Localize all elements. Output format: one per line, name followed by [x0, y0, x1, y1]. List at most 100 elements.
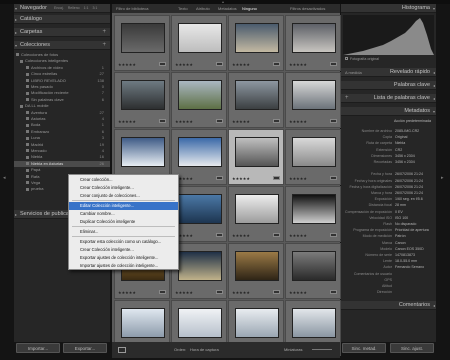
metadata-header[interactable]: Metadatos ▾ — [341, 107, 436, 116]
rating-stars[interactable]: ★★★★★ — [232, 62, 250, 67]
photo-thumbnail[interactable] — [121, 308, 165, 338]
original-photo-checkbox[interactable]: Fotografía original — [345, 57, 379, 61]
metadata-value[interactable]: 26/07/2006 21:24 — [395, 190, 423, 196]
import-button[interactable]: Importar... — [16, 343, 60, 353]
rating-stars[interactable]: ★★★★★ — [175, 62, 193, 67]
context-menu-item[interactable]: Exportar ajustes de colección inteligent… — [69, 254, 178, 262]
metadata-value[interactable]: 26/07/2006 21:24 — [395, 178, 423, 184]
context-menu-item[interactable]: Editar Colección inteligente... — [69, 202, 178, 210]
metadata-value[interactable]: Niebla — [395, 140, 405, 146]
photo-cell[interactable]: ★★★★★ — [285, 186, 341, 242]
context-menu-item[interactable]: Crear Colección inteligente... — [69, 246, 178, 254]
metadata-value[interactable]: No disparado — [395, 221, 416, 227]
photo-thumbnail[interactable] — [235, 23, 279, 53]
rating-stars[interactable]: ★★★★★ — [232, 290, 250, 295]
photo-thumbnail[interactable] — [292, 251, 336, 281]
context-menu-item[interactable]: Crear conjunto de colecciones... — [69, 192, 178, 200]
metadata-value[interactable]: 1/60 seg. en f/5.6 — [395, 196, 423, 202]
photo-thumbnail[interactable] — [292, 23, 336, 53]
photo-cell[interactable]: ★★★★★ — [171, 129, 227, 185]
context-menu-item[interactable]: Importar ajustes de colección inteligent… — [69, 262, 178, 270]
photo-cell[interactable]: ★★★★★ — [285, 72, 341, 128]
photo-thumbnail[interactable] — [235, 308, 279, 338]
metadata-value[interactable]: 26/07/2006 21:24 — [395, 184, 423, 190]
photo-thumbnail[interactable] — [178, 194, 222, 224]
metadata-value[interactable]: 28 mm — [395, 202, 406, 208]
keywording-header[interactable]: Palabras clave ◂ — [341, 81, 436, 90]
context-menu-item[interactable]: Exportar esta colección como un catálogo… — [69, 238, 178, 246]
metadata-value[interactable]: CR2 — [395, 147, 402, 153]
plus-icon[interactable]: + — [102, 28, 106, 37]
photo-cell[interactable]: ★★★★★ — [228, 72, 284, 128]
photo-cell[interactable]: ★★★★★ — [285, 15, 341, 71]
quick-develop-header[interactable]: A medida Revelado rápido ◂ — [341, 68, 436, 77]
collections-header[interactable]: ▾ Colecciones + — [14, 41, 110, 50]
sync-metadata-button[interactable]: Sinc. metad. — [342, 343, 386, 353]
folders-header[interactable]: ▸ Carpetas + — [14, 28, 110, 37]
filter-option-attribute[interactable]: Atributo — [196, 4, 210, 13]
photo-thumbnail[interactable] — [235, 251, 279, 281]
metadata-value[interactable]: 26/07/2006 21:24 — [395, 171, 423, 177]
zoom-tab[interactable]: 3:1 — [92, 6, 97, 10]
metadata-value[interactable]: 1470813873 — [395, 252, 415, 258]
rating-stars[interactable]: ★★★★★ — [232, 176, 250, 181]
photo-thumbnail[interactable] — [178, 23, 222, 53]
photo-thumbnail[interactable] — [178, 137, 222, 167]
photo-thumbnail[interactable] — [292, 194, 336, 224]
zoom-tab[interactable]: Encaj. — [54, 6, 64, 10]
photo-thumbnail[interactable] — [235, 137, 279, 167]
rating-stars[interactable]: ★★★★★ — [232, 119, 250, 124]
plus-icon[interactable]: + — [345, 94, 349, 103]
rating-stars[interactable]: ★★★★★ — [118, 62, 136, 67]
photo-thumbnail[interactable] — [235, 194, 279, 224]
rating-stars[interactable]: ★★★★★ — [118, 290, 136, 295]
rating-stars[interactable]: ★★★★★ — [175, 119, 193, 124]
metadata-value[interactable]: Canon EOS 350D — [395, 246, 424, 252]
photo-thumbnail[interactable] — [121, 137, 165, 167]
metadata-value[interactable]: Patrón — [395, 233, 406, 239]
photo-thumbnail[interactable] — [235, 80, 279, 110]
photo-thumbnail[interactable] — [121, 80, 165, 110]
photo-thumbnail[interactable] — [178, 251, 222, 281]
sort-select[interactable]: Hora de captura — [190, 342, 219, 358]
rating-stars[interactable]: ★★★★★ — [118, 119, 136, 124]
navigator-header[interactable]: ▾ Navegador Encaj. Relleno 1:1 3:1 — [14, 4, 110, 13]
rating-stars[interactable]: ★★★★★ — [289, 290, 307, 295]
metadata-value[interactable]: 0 EV — [395, 209, 403, 215]
photo-thumbnail[interactable] — [292, 137, 336, 167]
left-panel-toggle-icon[interactable]: ◂ — [3, 175, 6, 181]
photo-cell[interactable]: ★★★★★ — [171, 243, 227, 299]
rating-stars[interactable]: ★★★★★ — [289, 119, 307, 124]
filter-option-metadata[interactable]: Metadatos — [218, 4, 237, 13]
metadata-value[interactable]: 3456 x 2304 — [395, 159, 415, 165]
metadata-value[interactable]: ISO 100 — [395, 215, 408, 221]
photo-thumbnail[interactable] — [121, 23, 165, 53]
keyword-list-header[interactable]: + Lista de palabras clave ◂ — [341, 94, 436, 103]
photo-thumbnail[interactable] — [292, 308, 336, 338]
catalog-header[interactable]: ▸ Catálogo — [14, 15, 110, 24]
photo-cell[interactable]: ★★★★★ — [171, 15, 227, 71]
rating-stars[interactable]: ★★★★★ — [289, 62, 307, 67]
photo-cell[interactable]: ★★★★★ — [171, 72, 227, 128]
quick-develop-preset[interactable]: A medida — [345, 68, 362, 77]
metadata-value[interactable]: 2085-IMG.CR2 — [395, 128, 419, 134]
metadata-value[interactable]: Prioridad de apertura — [395, 227, 429, 233]
photo-cell[interactable]: ★★★★★ — [171, 186, 227, 242]
export-button[interactable]: Exportar... — [63, 343, 107, 353]
context-menu-item[interactable]: Crear colección... — [69, 176, 178, 184]
photo-cell[interactable]: ★★★★★ — [228, 186, 284, 242]
photo-cell[interactable]: ★★★★★ — [228, 243, 284, 299]
rating-stars[interactable]: ★★★★★ — [289, 176, 307, 181]
sync-settings-button[interactable]: Sinc. ajust. — [390, 343, 434, 353]
photo-cell[interactable]: ★★★★★ — [228, 129, 284, 185]
metadata-value[interactable]: 18.0-55.0 mm — [395, 258, 417, 264]
metadata-preset-select[interactable]: Acción predeterminada — [345, 118, 431, 124]
filters-off-menu[interactable]: Filtros desactivados — [290, 4, 325, 13]
context-menu-item[interactable]: Eliminar... — [69, 228, 178, 236]
navigator-zoom-tabs[interactable]: Encaj. Relleno 1:1 3:1 — [54, 4, 101, 13]
photo-thumbnail[interactable] — [178, 80, 222, 110]
zoom-tab[interactable]: Relleno — [68, 6, 80, 10]
photo-thumbnail[interactable] — [292, 80, 336, 110]
photo-cell[interactable]: ★★★★★ — [285, 129, 341, 185]
thumbnail-size-slider[interactable] — [312, 349, 332, 350]
